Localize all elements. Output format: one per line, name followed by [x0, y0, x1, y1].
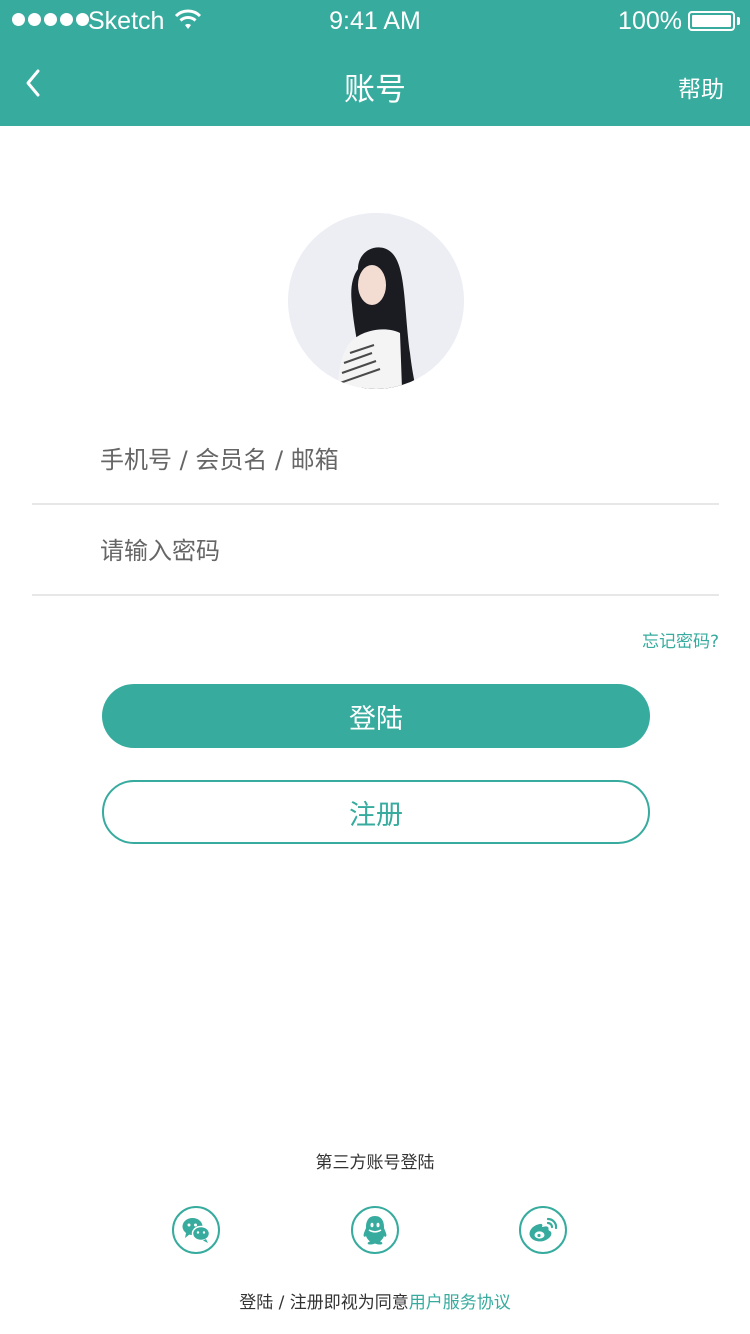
- account-field: [32, 415, 719, 505]
- user-agreement-link[interactable]: 用户服务协议: [409, 1293, 511, 1313]
- avatar: [288, 213, 464, 389]
- agreement-prefix: 登陆 / 注册即视为同意: [239, 1293, 409, 1313]
- qq-icon: [363, 1216, 387, 1245]
- help-button[interactable]: 帮助: [678, 70, 724, 104]
- battery-percentage: 100%: [618, 7, 682, 35]
- weibo-icon: [529, 1217, 558, 1242]
- status-bar: Sketch 9:41 AM 100%: [0, 0, 750, 44]
- register-button[interactable]: 注册: [102, 780, 650, 844]
- third-party-login-title: 第三方账号登陆: [315, 1153, 435, 1173]
- battery-cap: [737, 17, 740, 25]
- forgot-password-link[interactable]: 忘记密码?: [642, 627, 719, 652]
- app-header: Sketch 9:41 AM 100% 账号 帮助: [0, 0, 750, 126]
- agreement-text: 登陆 / 注册即视为同意用户服务协议: [0, 1288, 750, 1313]
- account-input[interactable]: [100, 415, 700, 505]
- page-title: 账号: [344, 72, 406, 108]
- battery-icon: [688, 11, 735, 31]
- password-field: [32, 506, 719, 596]
- weibo-login-button[interactable]: [519, 1206, 567, 1254]
- wechat-icon: [182, 1218, 211, 1243]
- qq-login-button[interactable]: [351, 1206, 399, 1254]
- wechat-login-button[interactable]: [172, 1206, 220, 1254]
- password-input[interactable]: [100, 506, 700, 596]
- login-button[interactable]: 登陆: [102, 684, 650, 748]
